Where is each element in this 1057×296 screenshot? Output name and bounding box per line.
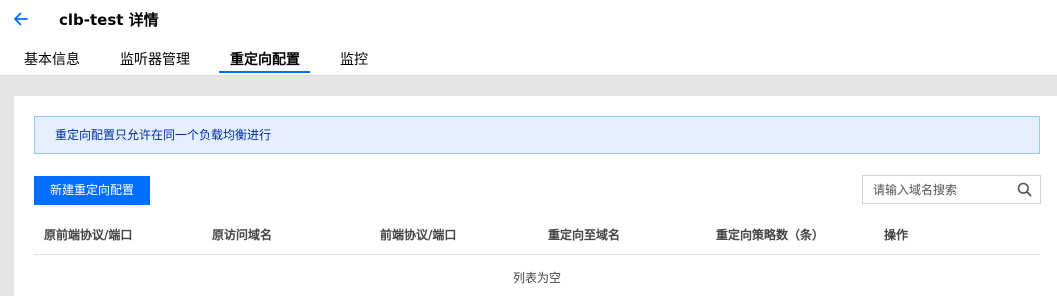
column-header-redirect-policy-count: 重定向策略数（条） — [716, 228, 825, 242]
active-tab-indicator — [219, 71, 310, 73]
main-content: 重定向配置只允许在同一个负载均衡进行 新建重定向配置 原前端协议/端口 原访问域… — [14, 96, 1057, 296]
arrow-left-icon[interactable] — [11, 9, 31, 29]
tab-basic-info[interactable]: 基本信息 — [24, 48, 80, 76]
column-header-original-protocol-port: 原前端协议/端口 — [44, 228, 133, 242]
domain-search-input[interactable] — [863, 176, 1013, 203]
page-title: clb-test 详情 — [59, 11, 159, 29]
info-notice: 重定向配置只允许在同一个负载均衡进行 — [34, 116, 1040, 154]
create-redirect-button[interactable]: 新建重定向配置 — [34, 176, 150, 205]
tab-monitoring[interactable]: 监控 — [340, 48, 368, 76]
column-header-frontend-protocol-port: 前端协议/端口 — [380, 228, 457, 242]
table-empty-message: 列表为空 — [512, 271, 561, 285]
column-header-actions: 操作 — [884, 228, 909, 242]
tab-listener-management[interactable]: 监听器管理 — [120, 48, 190, 76]
column-header-original-domain: 原访问域名 — [212, 228, 273, 242]
column-header-redirect-domain: 重定向至域名 — [548, 228, 621, 242]
table-header: 原前端协议/端口 原访问域名 前端协议/端口 重定向至域名 重定向策略数（条） … — [34, 218, 1040, 255]
page-header: clb-test 详情 基本信息 监听器管理 重定向配置 监控 — [0, 0, 1057, 76]
search-icon[interactable] — [1017, 182, 1032, 197]
search-box — [862, 175, 1041, 204]
